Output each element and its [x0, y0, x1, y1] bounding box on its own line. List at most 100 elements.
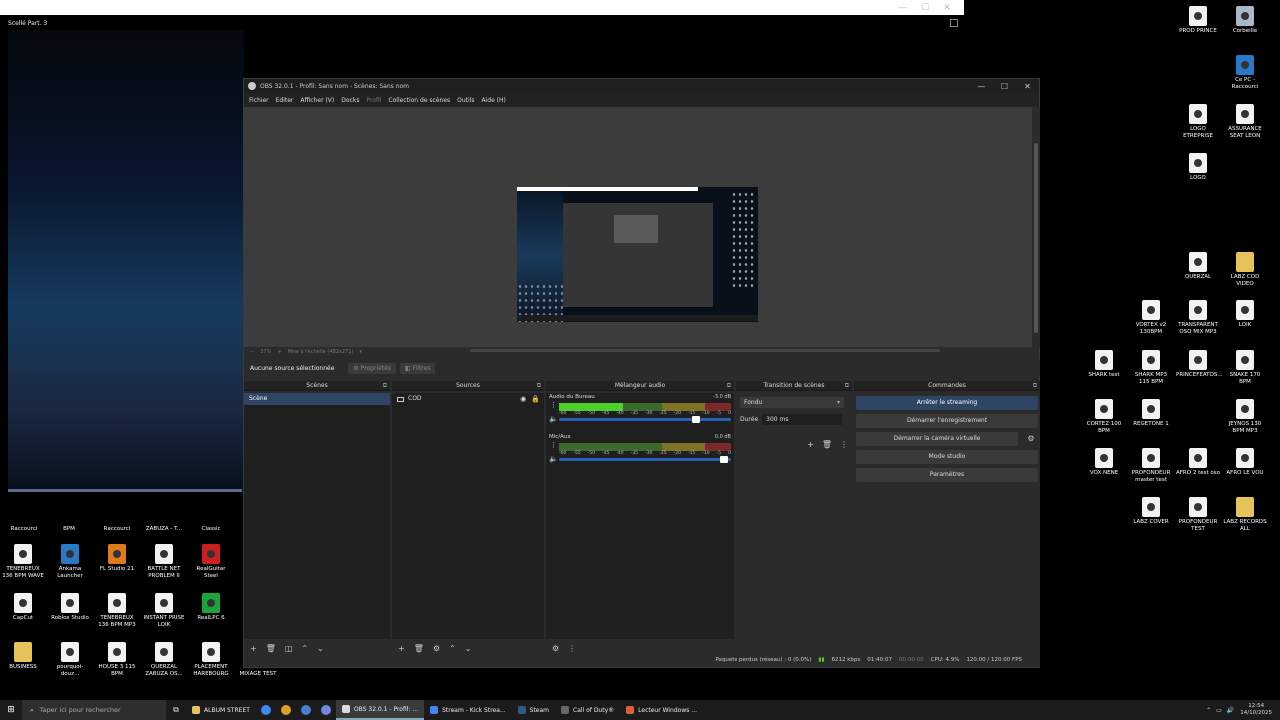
desktop-icon[interactable]: TENEBREUX 136 BPM MP3: [95, 593, 139, 629]
minimize-icon[interactable]: —: [970, 82, 993, 91]
desktop-icon[interactable]: RealGuitar Steel: [189, 544, 233, 580]
desktop-icon[interactable]: SHARK MP3 115 BPM: [1129, 350, 1173, 386]
taskbar-app[interactable]: Stream - Kick Strea...: [424, 700, 512, 720]
fullscreen-icon[interactable]: [950, 19, 958, 27]
add-icon[interactable]: +: [398, 644, 405, 653]
speaker-icon[interactable]: 🔈: [549, 455, 558, 463]
desktop-icon[interactable]: LOGO: [1176, 153, 1220, 182]
network-icon[interactable]: ▭: [1216, 707, 1222, 714]
preview-hscrollbar[interactable]: [470, 349, 940, 352]
desktop-icon[interactable]: VOX NENE: [1082, 448, 1126, 477]
arrow-down-icon[interactable]: ⌄: [465, 644, 472, 653]
desktop-icon[interactable]: PROD PRINCE: [1176, 6, 1220, 35]
filter-icon[interactable]: ◫: [285, 644, 293, 653]
arrow-up-icon[interactable]: ⌃: [449, 644, 456, 653]
preview-scrollbar[interactable]: [1032, 107, 1040, 347]
desktop-icon[interactable]: PLACEMENT HAREBOURG: [189, 642, 233, 678]
lock-icon[interactable]: 🔒: [531, 393, 540, 405]
taskbar-app[interactable]: Steam: [512, 700, 555, 720]
preview-area[interactable]: [244, 107, 1032, 347]
taskbar-app[interactable]: Lecteur Windows ...: [620, 700, 703, 720]
pinned-app-icon[interactable]: [276, 700, 296, 720]
desktop-icon[interactable]: TRANSPARENT OSO MIX MP3: [1176, 300, 1220, 336]
maximize-icon[interactable]: ☐: [993, 82, 1016, 91]
desktop-icon[interactable]: LOGO ETREPRISE: [1176, 104, 1220, 140]
video-progress-bar[interactable]: [8, 489, 242, 492]
menu-collection[interactable]: Collection de scènes: [388, 97, 450, 104]
volume-knob[interactable]: [692, 416, 701, 423]
windows-start-icon[interactable]: ⊞: [0, 705, 22, 715]
speaker-icon[interactable]: 🔈: [549, 415, 558, 423]
more-icon[interactable]: ⋮: [550, 441, 557, 449]
desktop-icon[interactable]: QUERZAL: [1176, 252, 1220, 281]
more-icon[interactable]: ⋮: [568, 644, 576, 653]
add-icon[interactable]: +: [250, 644, 257, 653]
settings-button[interactable]: Paramètres: [856, 468, 1038, 482]
chevron-up-icon[interactable]: ⌃: [1206, 707, 1211, 714]
volume-icon[interactable]: 🔊: [1227, 707, 1234, 714]
undock-icon[interactable]: ⧉: [383, 381, 387, 391]
undock-icon[interactable]: ⧉: [1033, 381, 1037, 391]
close-icon[interactable]: ✕: [1016, 82, 1039, 91]
start-virtual-camera-button[interactable]: Démarrer la caméra virtuelle: [856, 432, 1018, 446]
clock[interactable]: 12:54 14/10/2025: [1240, 703, 1272, 717]
add-icon[interactable]: +: [807, 440, 814, 449]
arrow-down-icon[interactable]: ⌄: [317, 644, 324, 653]
desktop-icon[interactable]: AFRO LE VOU: [1223, 448, 1267, 477]
zoom-out-icon[interactable]: −: [250, 349, 254, 355]
menu-editer[interactable]: Editer: [276, 97, 294, 104]
desktop-icon[interactable]: VORTEX v2 130BPM: [1129, 300, 1173, 336]
arrow-up-icon[interactable]: ⌃: [301, 644, 308, 653]
volume-slider[interactable]: [559, 456, 731, 463]
close-icon[interactable]: ✕: [936, 3, 958, 13]
volume-slider[interactable]: [559, 416, 731, 423]
desktop-icon[interactable]: Ce PC - Raccourci: [1223, 55, 1267, 91]
desktop-icon[interactable]: pourquoi-douz...: [48, 642, 92, 678]
start-recording-button[interactable]: Démarrer l'enregistrement: [856, 414, 1038, 428]
zoom-in-icon[interactable]: +: [277, 349, 281, 355]
menu-fichier[interactable]: Fichier: [249, 97, 269, 104]
desktop-icon[interactable]: ASSURANCE SEAT LEON: [1223, 104, 1267, 140]
desktop-icon[interactable]: SNAKE 170 BPM: [1223, 350, 1267, 386]
trash-icon[interactable]: 🗑: [414, 644, 424, 653]
transition-select[interactable]: Fondu ▾: [740, 397, 844, 408]
studio-mode-button[interactable]: Mode studio: [856, 450, 1038, 464]
maximize-icon[interactable]: ☐: [914, 3, 936, 13]
desktop-icon[interactable]: LOIK: [1223, 300, 1267, 329]
desktop-icon[interactable]: RealLPC 6: [189, 593, 233, 622]
menu-outils[interactable]: Outils: [457, 97, 474, 104]
menu-aide[interactable]: Aide (H): [482, 97, 506, 104]
desktop-icon[interactable]: SHARK test: [1082, 350, 1126, 379]
properties-button[interactable]: ⚙ Propriétés: [348, 362, 397, 374]
desktop-icon[interactable]: BUSINESS: [1, 642, 45, 671]
gear-icon[interactable]: ⚙: [552, 644, 559, 653]
gear-icon[interactable]: ⚙: [1024, 432, 1038, 446]
taskbar-app[interactable]: Call of Duty®: [555, 700, 620, 720]
pinned-app-icon[interactable]: [256, 700, 276, 720]
desktop-icon[interactable]: LABZ RECORDS ALL: [1223, 497, 1267, 533]
trash-icon[interactable]: 🗑: [266, 644, 276, 653]
minimize-icon[interactable]: —: [892, 3, 914, 13]
pinned-app-icon[interactable]: [316, 700, 336, 720]
desktop-icon[interactable]: HOUSE 3 115 BPM: [95, 642, 139, 678]
filters-button[interactable]: ◧ Filtres: [400, 362, 436, 374]
scale-mode[interactable]: Mise à l'échelle (482x271): [288, 349, 354, 355]
desktop-icon[interactable]: PRINCEFEATOS...: [1176, 350, 1223, 379]
desktop-icon[interactable]: CapCut: [1, 593, 45, 622]
duration-input[interactable]: 300 ms: [762, 414, 843, 425]
volume-knob[interactable]: [719, 456, 728, 463]
desktop-icon[interactable]: REGETONE 1: [1129, 399, 1173, 428]
menu-docks[interactable]: Docks: [341, 97, 359, 104]
taskbar-app[interactable]: ALBUM STREET: [186, 700, 256, 720]
gear-icon[interactable]: ⚙: [433, 644, 440, 653]
desktop-icon[interactable]: QUERZAL ZABUZA OS...: [142, 642, 186, 678]
desktop-icon[interactable]: Ankama Launcher: [48, 544, 92, 580]
desktop-icon[interactable]: Roblox Studio: [48, 593, 92, 622]
menu-afficher[interactable]: Afficher (V): [300, 97, 334, 104]
menu-profil[interactable]: Profil: [366, 97, 381, 104]
desktop-icon[interactable]: LABZ COD VIDEO: [1223, 252, 1267, 288]
undock-icon[interactable]: ⧉: [845, 381, 849, 391]
desktop-icon[interactable]: PROFONDEUR master test: [1129, 448, 1173, 484]
desktop-icon[interactable]: PROFONDEUR TEST: [1176, 497, 1220, 533]
more-icon[interactable]: ⋮: [550, 401, 557, 409]
